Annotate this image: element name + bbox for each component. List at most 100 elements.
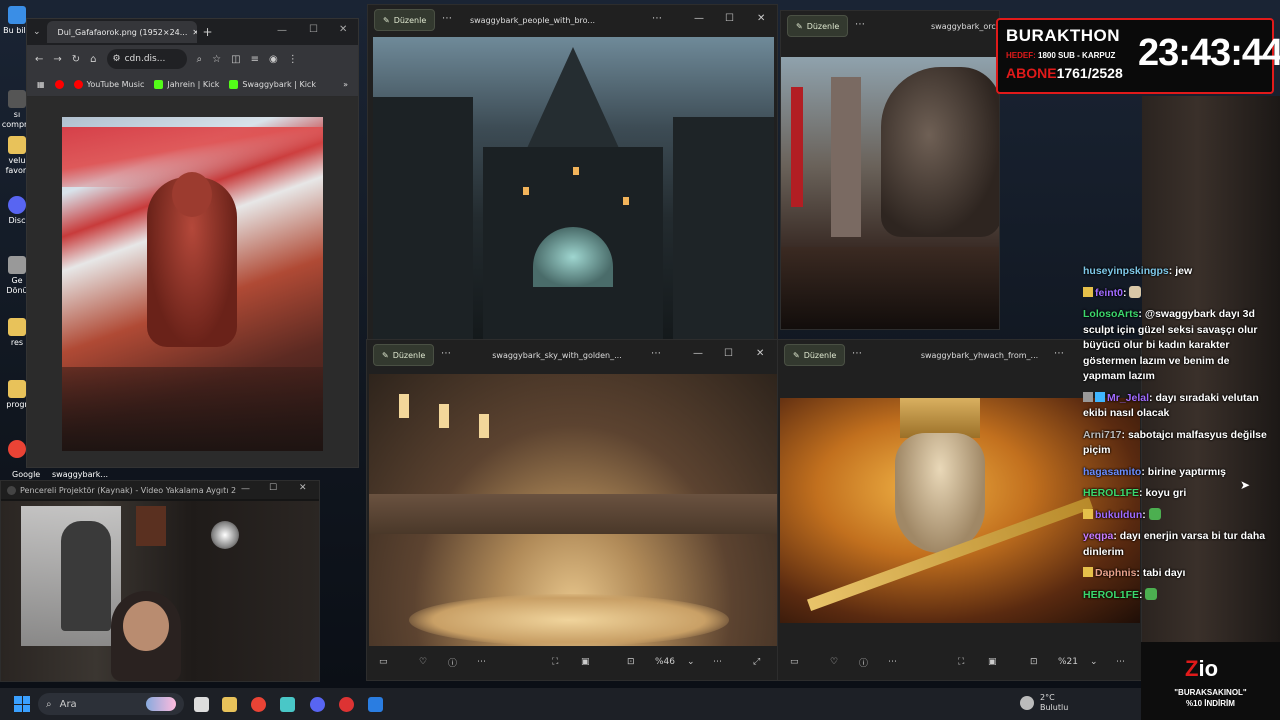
edit-icon: ✎ [796, 21, 803, 31]
camera-window: Pencereli Projektör (Kaynak) - Video Yak… [0, 480, 320, 682]
fit-icon[interactable]: ⊡ [627, 657, 635, 667]
taskbar: ⌕ Ara 2°C Bulutlu [0, 688, 1280, 720]
youtube-icon[interactable] [54, 80, 64, 89]
browser-content [27, 97, 358, 467]
filmstrip-icon[interactable]: ▭ [790, 657, 799, 667]
search-placeholder: Ara [59, 698, 77, 710]
photos-window-2: ✎ Düzenle ⋯ swaggybark_orcs_ [780, 10, 1000, 330]
favorite-heart-icon[interactable]: ♡ [830, 657, 838, 667]
more-icon[interactable]: ⋯ [652, 13, 662, 24]
more-icon[interactable]: ⋯ [441, 348, 451, 359]
compare-icon[interactable]: ▣ [988, 657, 997, 667]
apps-grid-icon[interactable]: ▦ [37, 80, 45, 89]
bookmark-star-icon[interactable]: ☆ [212, 54, 221, 65]
close-icon[interactable]: ✕ [757, 13, 765, 24]
media-icon[interactable]: ≡ [251, 54, 259, 65]
bookmark-swaggybark-kick[interactable]: Swaggybark | Kick [229, 80, 316, 89]
address-bar-text: cdn.dis... [124, 54, 166, 64]
app-icon[interactable] [280, 697, 295, 712]
menu-kebab-icon[interactable]: ⋮ [288, 54, 298, 65]
search-icon[interactable]: ⌕ [197, 54, 203, 65]
chat-username: LolosoArts [1083, 308, 1139, 320]
more-icon[interactable]: ⋯ [852, 348, 862, 359]
discord-icon[interactable] [310, 697, 325, 712]
chrome-icon[interactable] [251, 697, 266, 712]
photos-icon[interactable] [368, 697, 383, 712]
minimize-icon[interactable]: — [694, 13, 704, 24]
computer-icon [8, 6, 26, 24]
browser-toolbar: ← → ↻ ⌂ ⚙ cdn.dis... ⌕ ☆ ◫ ≡ ◉ ⋮ [27, 45, 358, 73]
mouse-cursor-icon: ➤ [1240, 478, 1251, 492]
weather-widget[interactable]: 2°C Bulutlu [1040, 693, 1068, 713]
zoom-dropdown-icon[interactable]: ⌄ [1090, 657, 1098, 667]
search-highlight-icon [146, 697, 176, 711]
more-icon[interactable]: ⋯ [1054, 348, 1064, 359]
chat-username: Mr_Jelal [1107, 391, 1150, 404]
minimize-icon[interactable]: — [277, 25, 287, 36]
weather-desc: Bulutlu [1040, 703, 1069, 712]
maximize-icon[interactable]: ☐ [725, 13, 734, 24]
start-windows-icon[interactable] [14, 696, 30, 712]
maximize-icon[interactable]: ☐ [309, 24, 318, 35]
edit-button[interactable]: ✎ Düzenle [373, 344, 435, 366]
fullscreen-icon[interactable]: ⤢ [753, 657, 760, 667]
bookmark-jahrein-kick[interactable]: Jahrein | Kick [154, 80, 219, 89]
reload-icon[interactable]: ↻ [72, 54, 80, 65]
minimize-icon[interactable]: — [693, 348, 703, 359]
crop-icon[interactable]: ⛶ [552, 657, 558, 667]
more-icon[interactable]: ⋯ [713, 657, 722, 667]
chat-username: Daphnis [1095, 567, 1137, 579]
new-tab-button[interactable]: + [203, 25, 213, 39]
more-icon[interactable]: ⋯ [1116, 657, 1125, 667]
tab-search-chevron-icon[interactable]: ⌄ [33, 27, 41, 37]
back-icon[interactable]: ← [35, 54, 43, 65]
more-bookmarks-icon[interactable]: » [343, 80, 348, 89]
more-icon[interactable]: ⋯ [855, 19, 865, 30]
edit-button[interactable]: ✎ Düzenle [374, 9, 436, 31]
edit-button[interactable]: ✎ Düzenle [787, 15, 849, 37]
photo-title: swaggybark_sky_with_golden_... [492, 351, 622, 360]
badge-icon [1083, 391, 1093, 402]
more-icon[interactable]: ⋯ [651, 348, 661, 359]
obs-icon[interactable] [339, 697, 354, 712]
maximize-icon[interactable]: ☐ [724, 348, 733, 359]
info-icon[interactable]: ⓘ [859, 656, 868, 669]
more-icon[interactable]: ⋯ [477, 657, 486, 667]
more-icon[interactable]: ⋯ [888, 657, 897, 667]
more-icon[interactable]: ⋯ [442, 13, 452, 24]
sub-label: ABONE [1006, 65, 1057, 81]
file-explorer-icon[interactable] [222, 697, 237, 712]
info-icon[interactable]: ⓘ [448, 656, 457, 669]
bookmarks-bar: ▦ YouTube Music Jahrein | Kick Swaggybar… [27, 73, 358, 97]
minimize-icon[interactable]: — [241, 484, 250, 494]
zoom-dropdown-icon[interactable]: ⌄ [687, 657, 695, 667]
zoom-level[interactable]: %21 [1058, 657, 1078, 667]
task-view-icon[interactable] [194, 697, 209, 712]
address-bar[interactable]: ⚙ cdn.dis... [106, 49, 187, 69]
crop-icon[interactable]: ⛶ [958, 657, 964, 667]
edit-button[interactable]: ✎ Düzenle [784, 344, 846, 366]
fit-icon[interactable]: ⊡ [1030, 657, 1038, 667]
bookmark-youtube-music[interactable]: YouTube Music [73, 80, 144, 89]
compare-icon[interactable]: ▣ [581, 657, 590, 667]
filmstrip-icon[interactable]: ▭ [379, 657, 388, 667]
close-icon[interactable]: ✕ [339, 24, 347, 35]
browser-tab[interactable]: Dul_Gafafaorok.png (1952×24... ✕ [46, 21, 197, 43]
profile-icon[interactable]: ◉ [269, 54, 278, 65]
youtube-music-icon [73, 80, 83, 89]
browser-window: ⌄ Dul_Gafafaorok.png (1952×24... ✕ + — ☐… [26, 18, 359, 468]
taskbar-search-box[interactable]: ⌕ Ara [38, 693, 184, 715]
home-icon[interactable]: ⌂ [90, 54, 96, 65]
photo-title: swaggybark_people_with_bro... [469, 16, 596, 25]
tab-close-icon[interactable]: ✕ [192, 28, 196, 37]
sub-count: 1761/2528 [1056, 65, 1123, 81]
close-icon[interactable]: ✕ [299, 483, 307, 493]
extensions-icon[interactable]: ◫ [231, 54, 240, 65]
forward-icon[interactable]: → [53, 54, 61, 65]
favorite-heart-icon[interactable]: ♡ [419, 657, 427, 667]
maximize-icon[interactable]: ☐ [269, 483, 277, 493]
camera-window-title: Pencereli Projektör (Kaynak) - Video Yak… [20, 485, 237, 495]
zoom-level[interactable]: %46 [655, 657, 675, 667]
kick-icon [229, 80, 239, 89]
close-icon[interactable]: ✕ [756, 348, 764, 359]
